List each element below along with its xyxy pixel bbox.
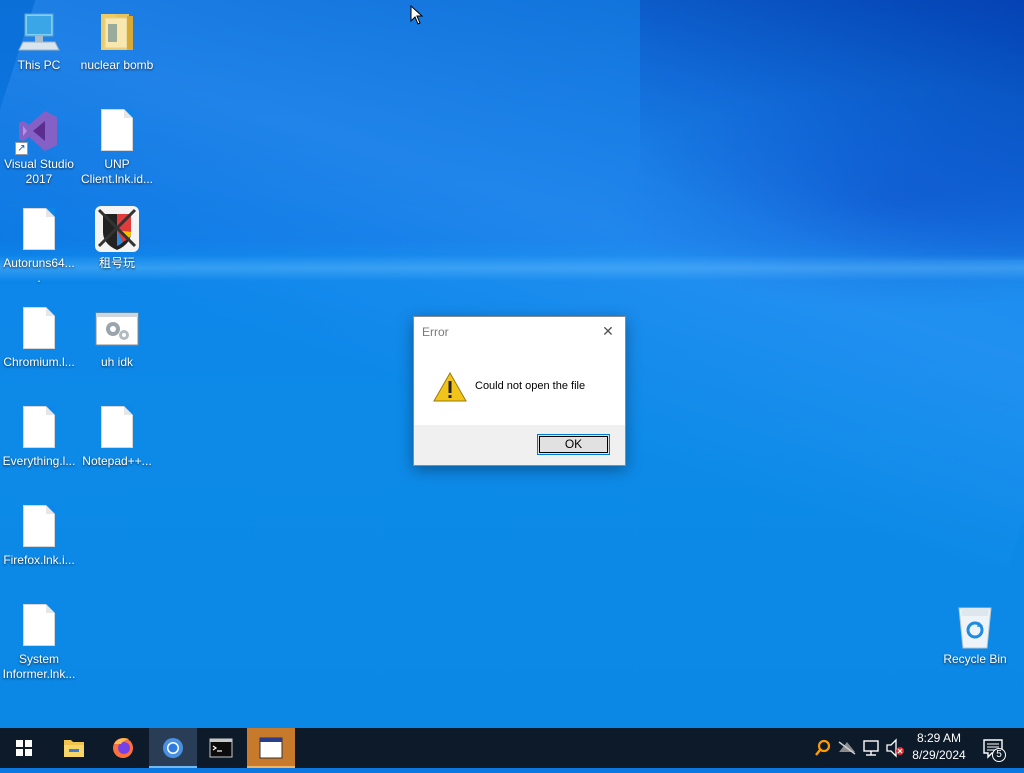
recycle-bin-icon bbox=[951, 602, 999, 650]
desktop-icon-zuhaowan[interactable]: 租号玩 bbox=[79, 206, 155, 271]
window-app-icon bbox=[259, 737, 283, 759]
clock[interactable]: 8:29 AM 8/29/2024 bbox=[905, 730, 973, 764]
notification-center-button[interactable]: 5 bbox=[980, 728, 1012, 768]
chromium-icon bbox=[163, 738, 183, 758]
clock-time: 8:29 AM bbox=[916, 731, 962, 745]
desktop-icon-label: Visual Studio 2017 bbox=[4, 157, 74, 186]
dialog-title: Error bbox=[422, 325, 449, 339]
volume-muted-icon[interactable] bbox=[885, 728, 905, 768]
terminal-icon bbox=[209, 738, 233, 758]
error-dialog: Error ✕ Could not open the file OK bbox=[413, 316, 626, 466]
desktop-icon-label: Chromium.l... bbox=[3, 355, 75, 369]
warning-icon bbox=[433, 372, 467, 402]
document-icon bbox=[15, 503, 63, 551]
desktop-icon-label: uh idk bbox=[100, 355, 134, 369]
zuhaowan-app-icon bbox=[93, 206, 141, 254]
desktop-icon-visual-studio-2017[interactable]: ↗ Visual Studio 2017 bbox=[1, 107, 77, 187]
mouse-cursor-icon bbox=[410, 5, 424, 25]
desktop-icon-label: Everything.l... bbox=[2, 454, 76, 468]
network-icon[interactable] bbox=[861, 728, 881, 768]
desktop-icon-recycle-bin[interactable]: Recycle Bin bbox=[937, 602, 1013, 667]
settings-window-icon bbox=[93, 305, 141, 353]
desktop: This PC ↗ Visual Studio 2017 Autoruns64.… bbox=[0, 0, 1024, 728]
document-icon bbox=[15, 305, 63, 353]
desktop-icon-unp-client[interactable]: UNP Client.lnk.id... bbox=[79, 107, 155, 187]
folder-icon bbox=[93, 8, 141, 56]
desktop-icon-label: nuclear bomb bbox=[80, 58, 154, 72]
desktop-icon-label: Notepad++... bbox=[82, 454, 152, 468]
taskbar-window-app[interactable] bbox=[247, 728, 295, 768]
taskbar-firefox[interactable] bbox=[99, 728, 147, 768]
desktop-icon-chromium[interactable]: Chromium.l... bbox=[1, 305, 77, 370]
document-icon bbox=[15, 404, 63, 452]
clock-date: 8/29/2024 bbox=[912, 748, 966, 762]
taskbar-chromium[interactable] bbox=[149, 728, 197, 768]
start-button[interactable] bbox=[0, 728, 48, 768]
shortcut-arrow-icon: ↗ bbox=[15, 142, 28, 155]
taskbar-terminal[interactable] bbox=[197, 728, 245, 768]
visual-studio-icon: ↗ bbox=[15, 107, 63, 155]
dialog-message: Could not open the file bbox=[475, 380, 586, 392]
desktop-icon-label: UNP Client.lnk.id... bbox=[80, 157, 154, 186]
desktop-icon-label: System Informer.lnk... bbox=[2, 652, 76, 681]
taskbar: 8:29 AM 8/29/2024 5 bbox=[0, 728, 1024, 768]
desktop-icon-this-pc[interactable]: This PC bbox=[1, 8, 77, 73]
dialog-body: Could not open the file bbox=[414, 357, 625, 425]
desktop-icon-everything[interactable]: Everything.l... bbox=[1, 404, 77, 469]
desktop-icon-system-informer[interactable]: System Informer.lnk... bbox=[1, 602, 77, 682]
document-icon bbox=[15, 206, 63, 254]
network-disconnected-icon[interactable] bbox=[837, 728, 857, 768]
desktop-icon-uh-idk[interactable]: uh idk bbox=[79, 305, 155, 370]
close-icon[interactable]: ✕ bbox=[599, 322, 617, 340]
firefox-icon bbox=[113, 738, 133, 758]
desktop-icon-firefox-lnk[interactable]: Firefox.lnk.i... bbox=[1, 503, 77, 568]
start-icon bbox=[16, 740, 32, 756]
ok-button[interactable]: OK bbox=[537, 434, 610, 455]
desktop-icon-autoruns[interactable]: Autoruns64.... bbox=[1, 206, 77, 286]
taskbar-file-explorer[interactable] bbox=[50, 728, 98, 768]
desktop-icon-nuclear-bomb[interactable]: nuclear bomb bbox=[79, 8, 155, 73]
desktop-icon-label: This PC bbox=[17, 58, 61, 72]
desktop-icon-label: Autoruns64.... bbox=[3, 256, 75, 285]
desktop-icon-label: 租号玩 bbox=[98, 256, 135, 270]
desktop-icon-notepad-plus-plus[interactable]: Notepad++... bbox=[79, 404, 155, 469]
notification-count-badge: 5 bbox=[996, 749, 1002, 760]
document-icon bbox=[15, 602, 63, 650]
document-icon bbox=[93, 404, 141, 452]
search-tray-icon[interactable] bbox=[813, 728, 833, 768]
desktop-icon-label: Firefox.lnk.i... bbox=[3, 553, 75, 567]
dialog-footer: OK bbox=[414, 425, 625, 465]
computer-icon bbox=[15, 8, 63, 56]
document-icon bbox=[93, 107, 141, 155]
desktop-icon-label: Recycle Bin bbox=[943, 652, 1007, 666]
file-explorer-icon bbox=[64, 740, 84, 757]
